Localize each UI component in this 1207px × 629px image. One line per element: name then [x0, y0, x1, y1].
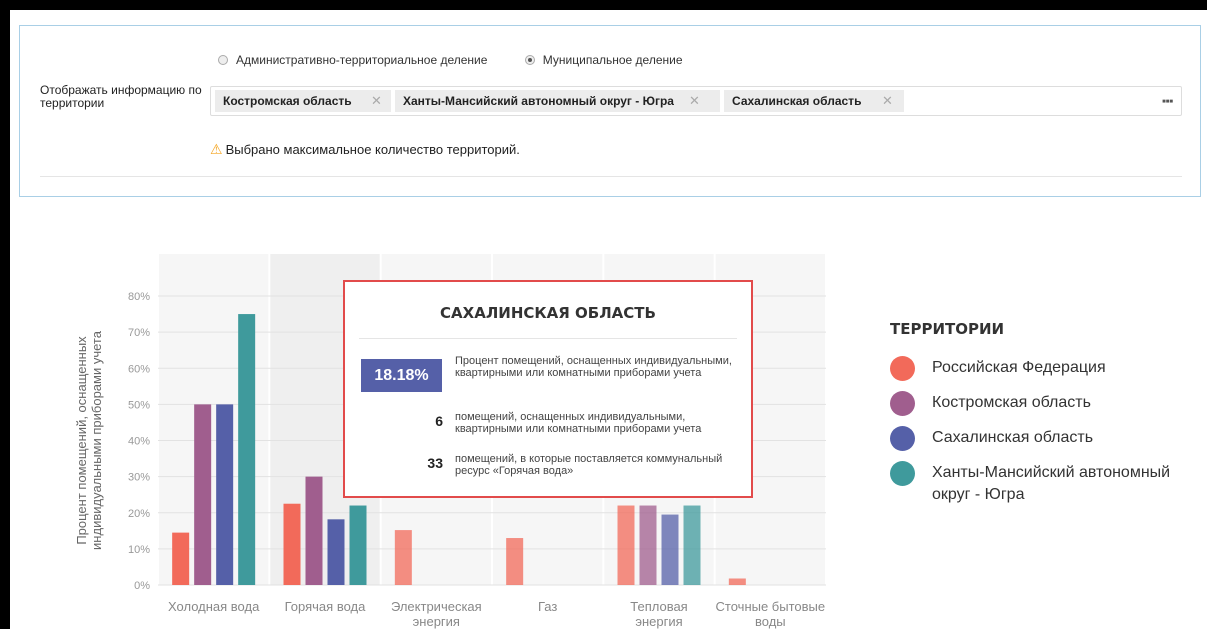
y-tick-label: 40% [128, 436, 150, 448]
divider [40, 176, 1182, 177]
legend-swatch [890, 356, 915, 381]
legend-item[interactable]: Костромская область [890, 391, 1192, 416]
x-tick-label: Сточные бытовые воды [716, 599, 826, 629]
warning-triangle-icon: ⚠ [210, 141, 223, 157]
legend-title: ТЕРРИТОРИИ [890, 320, 1005, 338]
legend-swatch [890, 391, 915, 416]
territory-multiselect[interactable]: Костромская область ✕ Ханты-Мансийский а… [210, 86, 1182, 116]
y-tick-label: 80% [128, 291, 150, 303]
divider [359, 338, 737, 339]
x-tick-label-line: энергия [635, 614, 682, 629]
tooltip-percent-text: Процент помещений, оснащенных индивидуал… [455, 355, 732, 379]
territory-tag: Ханты-Мансийский автономный округ - Югра… [395, 90, 720, 112]
chart-tooltip: САХАЛИНСКАЯ ОБЛАСТЬ 18.18% Процент помещ… [343, 280, 753, 498]
ellipsis-icon[interactable]: ■■■ [1162, 99, 1173, 105]
y-tick-label: 0% [134, 580, 150, 592]
bar [194, 404, 212, 585]
x-tick-label: Холодная вода [168, 599, 260, 614]
legend-label: Сахалинская область [932, 429, 1094, 446]
warning-text: Выбрано максимальное количество территор… [225, 142, 520, 157]
x-tick-label: Тепловая энергия [630, 599, 687, 629]
legend-item[interactable]: Российская Федерация [890, 356, 1192, 381]
y-tick-label: 10% [128, 544, 150, 556]
close-icon[interactable]: ✕ [689, 90, 700, 112]
radio-admin-division-label: Административно-территориальное деление [236, 53, 488, 67]
tooltip-supplied-text: помещений, в которые поставляется коммун… [455, 453, 723, 477]
bar [394, 530, 412, 585]
x-tick-label: Горячая вода [285, 599, 366, 614]
close-icon[interactable]: ✕ [371, 90, 382, 112]
x-tick-label-line: Газ [538, 599, 557, 614]
close-icon[interactable]: ✕ [882, 90, 893, 112]
radio-municipal-division-label: Муниципальное деление [542, 53, 683, 67]
bar [683, 505, 701, 585]
territory-tag: Сахалинская область ✕ [724, 90, 904, 112]
y-tick-label: 70% [128, 327, 150, 339]
legend-label: Костромская область [932, 394, 1091, 411]
y-tick-label: 20% [128, 508, 150, 520]
filter-panel: Административно-территориальное деление … [19, 25, 1201, 197]
y-axis-label-line: индивидуальными приборами учета [89, 330, 104, 550]
bar [728, 578, 746, 585]
x-tick-label-line: Горячая вода [285, 599, 366, 614]
y-tick-label: 60% [128, 363, 150, 375]
bar [172, 532, 190, 585]
territory-tag: Костромская область ✕ [215, 90, 391, 112]
legend-label: Российская Федерация [932, 359, 1106, 376]
warning-message: ⚠ Выбрано максимальное количество террито… [210, 141, 520, 158]
legend-item[interactable]: Сахалинская область [890, 426, 1192, 451]
bar [617, 505, 635, 585]
division-radio-group: Административно-территориальное деление … [218, 53, 717, 68]
page: Административно-территориальное деление … [10, 10, 1207, 629]
x-tick-label-line: Сточные бытовые [716, 599, 826, 614]
radio-municipal-division[interactable]: Муниципальное деление [524, 53, 683, 67]
radio-checked-icon [524, 55, 535, 65]
bar [305, 476, 323, 585]
bar [283, 503, 301, 585]
tooltip-supplied-count: 33 [427, 455, 443, 471]
bar [661, 514, 679, 585]
y-tick-label: 50% [128, 399, 150, 411]
legend-swatch [890, 461, 915, 486]
y-tick-label: 30% [128, 472, 150, 484]
radio-circle-icon [218, 55, 228, 65]
tooltip-percent-badge: 18.18% [361, 359, 442, 392]
x-tick-label-line: Тепловая [630, 599, 687, 614]
bar [238, 314, 256, 585]
y-axis-label: Процент помещений, оснащенныхиндивидуаль… [74, 330, 104, 550]
territory-label: Отображать информацию по территории [40, 83, 202, 110]
tooltip-title: САХАЛИНСКАЯ ОБЛАСТЬ [440, 304, 656, 322]
bar [506, 538, 524, 585]
x-tick-label: Электрическая энергия [391, 599, 482, 629]
radio-admin-division[interactable]: Административно-территориальное деление [218, 53, 487, 67]
bar [216, 404, 234, 585]
tooltip-equipped-text: помещений, оснащенных индивидуальными, к… [455, 411, 702, 435]
chart-legend: ТЕРРИТОРИИ Российская Федерация Костромс… [890, 320, 1192, 516]
x-tick-label-line: энергия [413, 614, 460, 629]
bar [327, 519, 345, 585]
x-tick-label-line: воды [755, 614, 786, 629]
territory-tag-label: Костромская область [223, 94, 352, 108]
bar [349, 505, 367, 585]
legend-swatch [890, 426, 915, 451]
x-tick-label: Газ [538, 599, 557, 614]
territory-tag-label: Сахалинская область [732, 94, 862, 108]
legend-item[interactable]: Ханты-Мансийский автономный округ - Югра [890, 461, 1192, 506]
tooltip-equipped-count: 6 [435, 413, 443, 429]
legend-label: Ханты-Мансийский автономный округ - Югра [932, 464, 1171, 503]
bar [639, 505, 657, 585]
y-axis-label-line: Процент помещений, оснащенных [74, 336, 89, 545]
x-tick-label-line: Холодная вода [168, 599, 260, 614]
territory-tag-label: Ханты-Мансийский автономный округ - Югра [403, 94, 674, 108]
x-tick-label-line: Электрическая [391, 599, 482, 614]
